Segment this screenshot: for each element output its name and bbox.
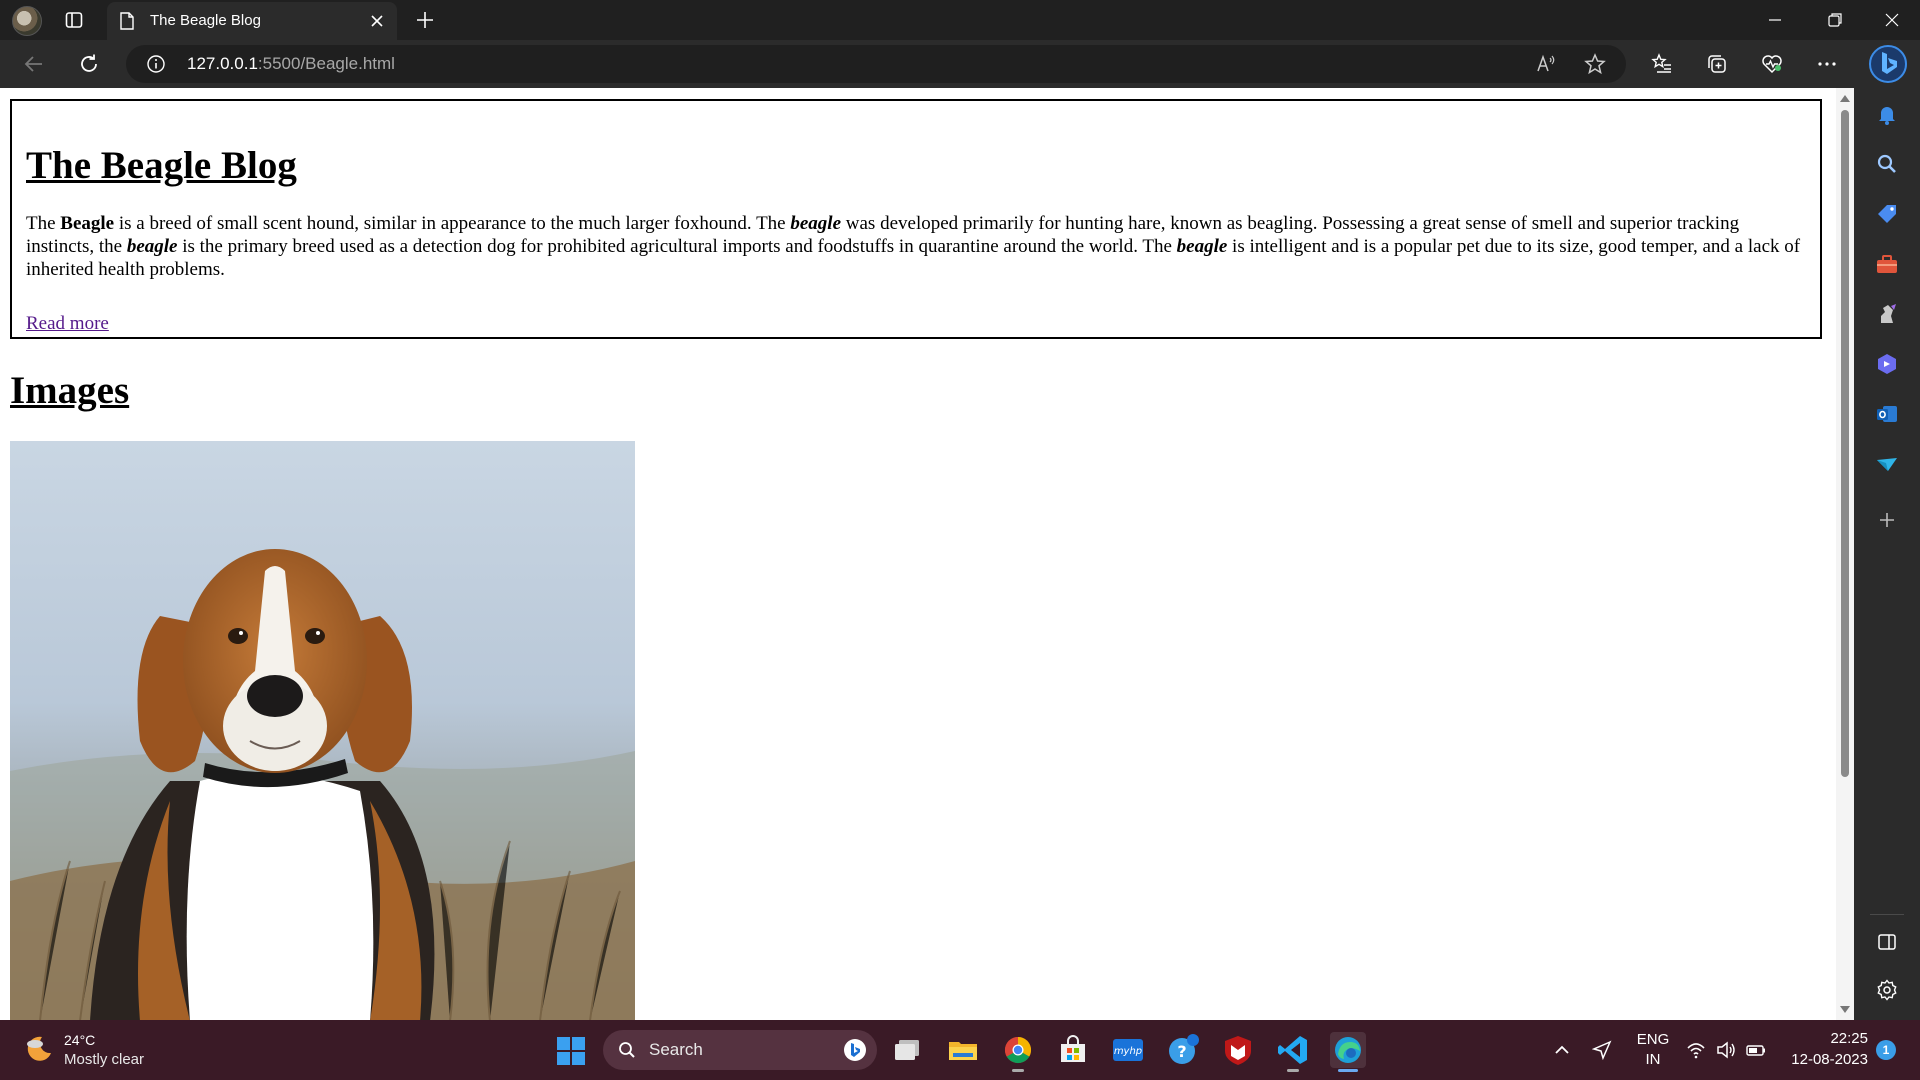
windows-taskbar: 24°C Mostly clear Search myhp ? ENG IN 2… bbox=[0, 1020, 1920, 1080]
read-aloud-icon[interactable] bbox=[1534, 52, 1558, 76]
wifi-icon[interactable] bbox=[1686, 1040, 1706, 1060]
new-tab-icon[interactable] bbox=[414, 9, 436, 31]
vscode-running-indicator bbox=[1287, 1069, 1299, 1072]
bing-icon bbox=[844, 1039, 866, 1061]
bell-icon[interactable] bbox=[1875, 102, 1899, 126]
scroll-thumb[interactable] bbox=[1841, 110, 1849, 777]
address-bar[interactable]: 127.0.0.1:5500/Beagle.html bbox=[126, 45, 1626, 83]
para-seg-5: beagle bbox=[126, 236, 178, 257]
page-viewport: The Beagle Blog The Beagle is a breed of… bbox=[0, 88, 1836, 1020]
hide-sidebar-icon[interactable] bbox=[1875, 930, 1899, 954]
title-bar: The Beagle Blog bbox=[0, 0, 1920, 40]
show-hidden-icons-chevron[interactable] bbox=[1552, 1040, 1572, 1060]
images-heading: Images bbox=[10, 369, 130, 412]
profile-avatar[interactable] bbox=[12, 6, 42, 36]
para-seg-6: is the primary breed used as a detection… bbox=[177, 236, 1177, 257]
language-line-1[interactable]: ENG bbox=[1636, 1031, 1670, 1048]
taskbar-search[interactable]: Search bbox=[603, 1030, 877, 1070]
edge-app[interactable] bbox=[1330, 1032, 1366, 1072]
outlook-icon[interactable] bbox=[1875, 402, 1899, 426]
task-view-icon[interactable] bbox=[890, 1032, 926, 1068]
url-text[interactable]: 127.0.0.1:5500/Beagle.html bbox=[187, 54, 395, 74]
refresh-icon[interactable] bbox=[77, 52, 101, 76]
tab-title: The Beagle Blog bbox=[150, 12, 261, 29]
svg-text:?: ? bbox=[1177, 1042, 1186, 1061]
more-options-icon[interactable] bbox=[1815, 52, 1839, 76]
browser-toolbar: 127.0.0.1:5500/Beagle.html bbox=[0, 40, 1920, 88]
url-path: :5500/Beagle.html bbox=[257, 54, 395, 73]
battery-icon[interactable] bbox=[1746, 1040, 1766, 1060]
back-icon[interactable] bbox=[22, 52, 46, 76]
bing-copilot-icon[interactable] bbox=[1868, 44, 1908, 84]
tools-icon[interactable] bbox=[1875, 252, 1899, 276]
edge-active-indicator bbox=[1338, 1069, 1358, 1072]
blog-paragraph: The Beagle is a breed of small scent hou… bbox=[26, 212, 1806, 281]
clock-date[interactable]: 12-08-2023 bbox=[1780, 1051, 1868, 1068]
svg-text:myhp: myhp bbox=[1114, 1046, 1142, 1057]
drop-icon[interactable] bbox=[1875, 452, 1899, 476]
weather-moon-icon[interactable] bbox=[24, 1034, 54, 1064]
games-icon[interactable] bbox=[1875, 302, 1899, 326]
para-seg-7: beagle bbox=[1176, 236, 1228, 257]
file-explorer-icon[interactable] bbox=[945, 1032, 981, 1068]
read-more-link[interactable]: Read more bbox=[26, 313, 109, 335]
favorite-star-icon[interactable] bbox=[1583, 52, 1607, 76]
vscode-app[interactable] bbox=[1275, 1032, 1311, 1072]
close-window-icon[interactable] bbox=[1864, 0, 1920, 40]
add-sidebar-app-icon[interactable] bbox=[1875, 508, 1899, 532]
microsoft-store-icon[interactable] bbox=[1055, 1032, 1091, 1068]
favorites-icon[interactable] bbox=[1650, 52, 1674, 76]
beagle-image bbox=[10, 441, 635, 1020]
search-icon bbox=[619, 1042, 635, 1058]
blog-card: The Beagle Blog The Beagle is a breed of… bbox=[10, 99, 1822, 339]
scroll-down-icon[interactable] bbox=[1839, 1005, 1851, 1015]
search-icon[interactable] bbox=[1875, 152, 1899, 176]
language-line-2[interactable]: IN bbox=[1636, 1051, 1670, 1068]
url-host: 127.0.0.1 bbox=[187, 54, 258, 73]
site-info-icon[interactable] bbox=[146, 54, 166, 74]
chrome-running-indicator bbox=[1012, 1069, 1024, 1072]
blog-title: The Beagle Blog bbox=[26, 144, 297, 187]
clock-time[interactable]: 22:25 bbox=[1800, 1030, 1868, 1047]
close-tab-icon[interactable] bbox=[367, 11, 387, 31]
restore-icon[interactable] bbox=[1807, 0, 1863, 40]
para-seg-0: The bbox=[26, 213, 61, 234]
shopping-tag-icon[interactable] bbox=[1875, 202, 1899, 226]
sidebar-divider bbox=[1870, 914, 1904, 915]
para-seg-1: Beagle bbox=[60, 213, 115, 234]
notification-badge[interactable]: 1 bbox=[1876, 1040, 1896, 1060]
vertical-scrollbar[interactable] bbox=[1836, 88, 1854, 1020]
windows-start-icon[interactable] bbox=[556, 1036, 586, 1066]
help-app-icon[interactable]: ? bbox=[1165, 1032, 1201, 1068]
edge-sidebar bbox=[1854, 88, 1920, 1020]
volume-icon[interactable] bbox=[1716, 1040, 1736, 1060]
tab-actions-icon[interactable] bbox=[64, 10, 84, 30]
myhp-icon[interactable]: myhp bbox=[1110, 1032, 1146, 1068]
para-seg-2: is a breed of small scent hound, similar… bbox=[114, 213, 791, 234]
minimize-icon[interactable] bbox=[1747, 0, 1803, 40]
weather-desc[interactable]: Mostly clear bbox=[64, 1051, 144, 1068]
page-icon bbox=[120, 12, 134, 30]
para-seg-3: beagle bbox=[790, 213, 842, 234]
scroll-up-icon[interactable] bbox=[1839, 93, 1851, 103]
copilot-icon[interactable] bbox=[1875, 352, 1899, 376]
search-label: Search bbox=[649, 1040, 703, 1059]
weather-temp[interactable]: 24°C bbox=[64, 1032, 95, 1048]
tab-beagle-blog[interactable]: The Beagle Blog bbox=[107, 2, 397, 40]
edge-icon bbox=[1335, 1037, 1361, 1063]
settings-gear-icon[interactable] bbox=[1875, 978, 1899, 1002]
chrome-app[interactable] bbox=[1000, 1032, 1036, 1072]
vscode-icon bbox=[1278, 1036, 1307, 1064]
location-icon[interactable] bbox=[1592, 1040, 1612, 1060]
chrome-icon bbox=[1004, 1036, 1032, 1064]
collections-icon[interactable] bbox=[1705, 52, 1729, 76]
mcafee-icon[interactable] bbox=[1220, 1032, 1256, 1068]
browser-essentials-icon[interactable] bbox=[1760, 52, 1784, 76]
